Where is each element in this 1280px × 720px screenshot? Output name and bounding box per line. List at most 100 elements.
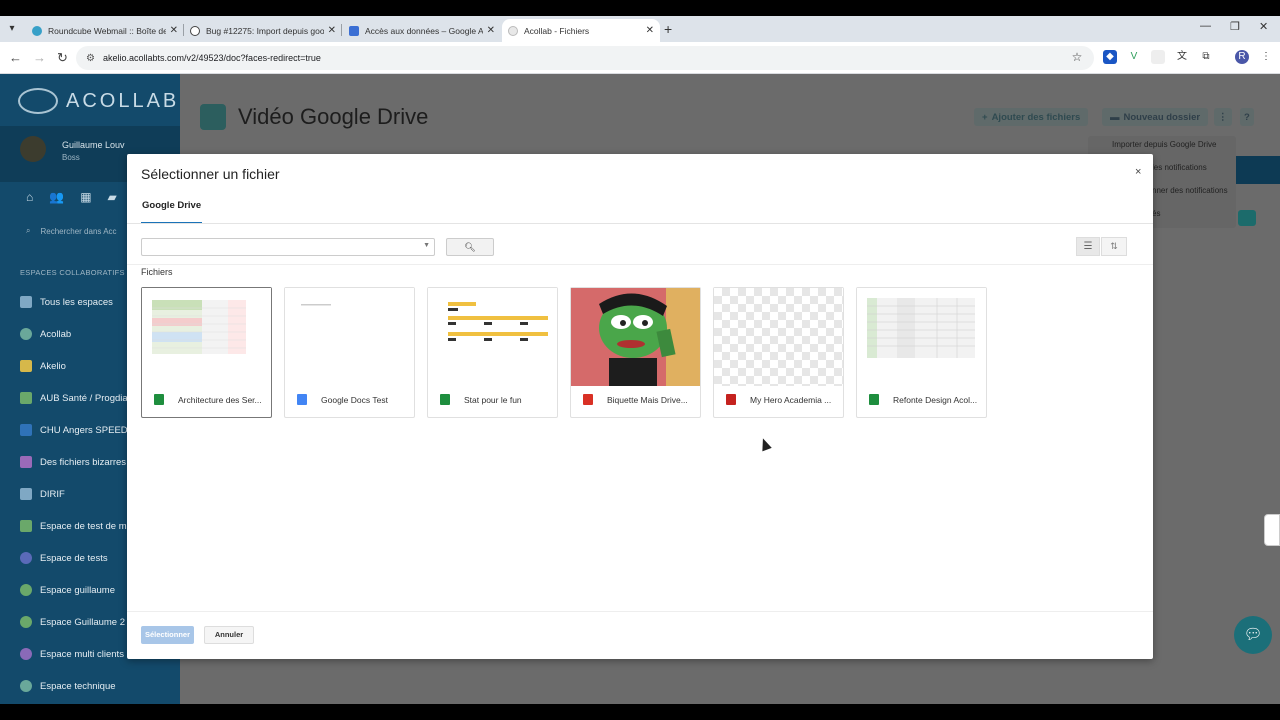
- spreadsheet-thumbnail-graphic: [448, 302, 548, 341]
- menu-item-access[interactable]: és: [1152, 209, 1160, 218]
- add-files-button[interactable]: + Ajouter des fichiers: [974, 108, 1089, 126]
- sidebar-item-acollab[interactable]: Acollab: [20, 326, 71, 342]
- list-view-icon[interactable]: ☰: [1076, 237, 1100, 256]
- browser-tab-roundcube[interactable]: Roundcube Webmail :: Boîte de ✕: [26, 19, 184, 42]
- translate-extension-icon[interactable]: 文: [1175, 50, 1189, 64]
- file-footer: Stat pour le fun: [440, 394, 550, 405]
- blank-extension-icon[interactable]: [1151, 50, 1165, 64]
- sidebar-search[interactable]: ⌕ Rechercher dans Acc: [26, 226, 117, 236]
- close-tab-icon[interactable]: ✕: [646, 25, 654, 36]
- sidebar-item-fichiers-bizarres[interactable]: Des fichiers bizarres: [20, 454, 126, 470]
- sidebar-item-tous-les-espaces[interactable]: Tous les espaces: [20, 294, 113, 310]
- space-label: Espace multi clients: [40, 648, 124, 660]
- close-tab-icon[interactable]: ✕: [170, 25, 178, 36]
- menu-item-manage-notifications[interactable]: nner des notifications: [1152, 186, 1228, 195]
- sidebar-icon-row: ⌂ 👥 ▦ ▰: [26, 190, 117, 204]
- url-bar[interactable]: ⚙ akelio.acollabts.com/v2/49523/doc?face…: [76, 46, 1094, 70]
- acollab-logo[interactable]: ACOLLAB: [18, 88, 179, 114]
- sort-icon[interactable]: ⇅: [1101, 237, 1127, 256]
- restore-icon[interactable]: ❐: [1230, 20, 1240, 33]
- site-info-icon[interactable]: ⚙: [86, 53, 95, 64]
- sidebar-item-espace-de-tests[interactable]: Espace de tests: [20, 550, 108, 566]
- close-tab-icon[interactable]: ✕: [328, 25, 336, 36]
- cancel-button[interactable]: Annuler: [204, 626, 254, 644]
- google-sheets-icon: [440, 394, 450, 405]
- files-section-label: Fichiers: [141, 267, 173, 277]
- search-button[interactable]: 🔍︎: [446, 238, 494, 256]
- sidebar-item-espace-technique[interactable]: Espace technique: [20, 678, 116, 694]
- new-folder-label: Nouveau dossier: [1123, 111, 1201, 123]
- google-docs-icon: [297, 394, 307, 405]
- help-button[interactable]: ?: [1240, 108, 1254, 126]
- new-folder-button[interactable]: ▬ Nouveau dossier: [1102, 108, 1209, 126]
- sidebar-item-espace-guillaume[interactable]: Espace guillaume: [20, 582, 115, 598]
- side-widget[interactable]: [1264, 514, 1280, 546]
- file-thumbnail: [428, 288, 557, 386]
- tab-label: Roundcube Webmail :: Boîte de: [48, 25, 166, 36]
- back-arrow-icon[interactable]: ←: [9, 50, 22, 65]
- browser-tab-bug[interactable]: Bug #12275: Import depuis goo ✕: [184, 19, 342, 42]
- tab-divider: [127, 223, 1153, 224]
- forward-arrow-icon[interactable]: →: [33, 50, 46, 65]
- close-window-icon[interactable]: ✕: [1259, 20, 1268, 33]
- divider: [127, 264, 1153, 265]
- sidebar-item-espace-multi-clients[interactable]: Espace multi clients: [20, 646, 124, 662]
- users-icon[interactable]: 👥: [49, 190, 64, 204]
- file-footer: Refonte Design Acol...: [869, 394, 979, 405]
- chevron-down-icon: ▼: [423, 242, 430, 249]
- tab-google-drive[interactable]: Google Drive: [141, 200, 203, 224]
- tab-search-dropdown-icon[interactable]: ▾: [4, 21, 20, 37]
- close-icon[interactable]: ×: [1135, 166, 1141, 178]
- file-thumbnail: [142, 288, 271, 386]
- user-avatar: [20, 136, 46, 162]
- sidebar-item-akelio[interactable]: Akelio: [20, 358, 66, 374]
- space-color-icon: [20, 328, 32, 340]
- home-icon[interactable]: ⌂: [26, 190, 33, 204]
- file-card[interactable]: Stat pour le fun: [427, 287, 558, 418]
- file-card[interactable]: Refonte Design Acol...: [856, 287, 987, 418]
- space-label: Espace Guillaume 2: [40, 616, 126, 628]
- acollab-favicon-icon: [508, 25, 518, 36]
- reload-icon[interactable]: ↻: [57, 50, 68, 66]
- frog-image-thumbnail-graphic: [571, 288, 700, 386]
- browser-tab-acollab[interactable]: Acollab - Fichiers ✕: [502, 19, 660, 42]
- page-header: Vidéo Google Drive: [200, 104, 428, 130]
- vue-devtools-extension-icon[interactable]: V: [1127, 50, 1141, 64]
- file-card[interactable]: Biquette Mais Drive...: [570, 287, 701, 418]
- sidebar-item-espace-guillaume-2[interactable]: Espace Guillaume 2: [20, 614, 125, 630]
- bitwarden-extension-icon[interactable]: ◆: [1103, 50, 1117, 64]
- puzzle-extensions-icon[interactable]: ⧉: [1199, 50, 1213, 64]
- google-drive-space-icon: [200, 104, 226, 130]
- new-tab-icon[interactable]: +: [664, 21, 672, 37]
- file-card[interactable]: My Hero Academia ...: [713, 287, 844, 418]
- close-tab-icon[interactable]: ✕: [487, 25, 495, 36]
- file-card[interactable]: Architecture des Ser...: [141, 287, 272, 418]
- more-menu-icon[interactable]: ⋮: [1259, 50, 1273, 64]
- sidebar-item-espace-test-me[interactable]: Espace de test de mé: [20, 518, 132, 534]
- space-color-icon: [20, 360, 32, 372]
- menu-item-notifications[interactable]: les notifications: [1152, 163, 1207, 172]
- space-label: Espace de tests: [40, 552, 108, 564]
- file-thumbnail: [714, 288, 843, 386]
- sidebar-item-chu-angers[interactable]: CHU Angers SPEED: [20, 422, 128, 438]
- briefcase-icon[interactable]: ▰: [108, 190, 117, 204]
- chat-bubble-icon[interactable]: 💬︎: [1234, 616, 1272, 654]
- calendar-icon[interactable]: ▦: [80, 190, 91, 204]
- browser-tab-google-access[interactable]: Accès aux données – Google A ✕: [343, 19, 501, 42]
- list-toggle-icon[interactable]: [1238, 210, 1256, 226]
- more-options-button[interactable]: ⋮: [1214, 108, 1232, 126]
- minimize-icon[interactable]: —: [1200, 20, 1211, 32]
- file-name: Google Docs Test: [321, 394, 388, 405]
- logo-ring-icon: [18, 88, 58, 114]
- sidebar-item-dirif[interactable]: DIRIF: [20, 486, 65, 502]
- select-button[interactable]: Sélectionner: [141, 626, 194, 644]
- bookmark-star-icon[interactable]: ☆: [1070, 50, 1084, 64]
- search-input[interactable]: ▼: [141, 238, 435, 256]
- menu-item-import-google-drive[interactable]: Importer depuis Google Drive: [1112, 140, 1217, 149]
- file-card[interactable]: Google Docs Test: [284, 287, 415, 418]
- profile-avatar[interactable]: R: [1235, 50, 1249, 64]
- space-color-icon: [20, 520, 32, 532]
- space-color-icon: [20, 648, 32, 660]
- sidebar-item-aub-sante[interactable]: AUB Santé / Progdial: [20, 390, 130, 406]
- page-title: Vidéo Google Drive: [238, 104, 429, 129]
